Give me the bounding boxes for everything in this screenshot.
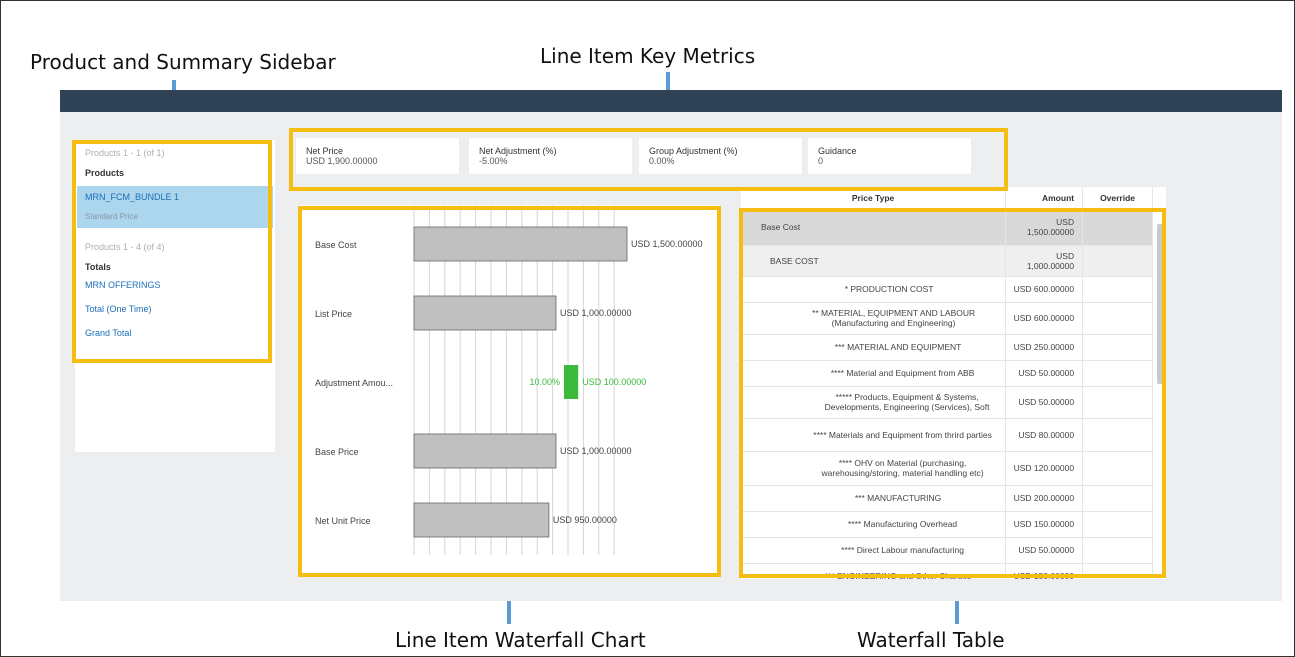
callout-metrics: Line Item Key Metrics — [540, 44, 756, 68]
column-header-override[interactable]: Override — [1082, 187, 1153, 210]
callout-chart: Line Item Waterfall Chart — [395, 628, 646, 652]
highlight-sidebar — [72, 140, 272, 363]
callout-table: Waterfall Table — [857, 628, 1005, 652]
highlight-table — [739, 208, 1166, 578]
column-header-amount[interactable]: Amount — [1005, 187, 1084, 210]
callout-sidebar: Product and Summary Sidebar — [30, 50, 336, 74]
app-header-bar — [60, 90, 1282, 112]
pricing-app: Products 1 - 1 (of 1) Products MRN_FCM_B… — [60, 90, 1282, 601]
highlight-chart — [298, 206, 721, 577]
highlight-metrics — [289, 128, 1008, 191]
